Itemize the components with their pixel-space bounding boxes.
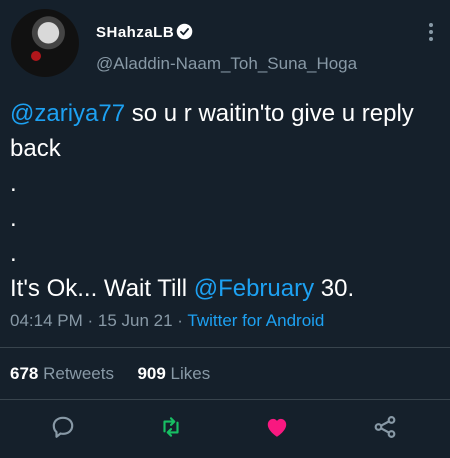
likes-stat[interactable]: 909 Likes [137,364,210,383]
display-name[interactable]: SHahzaLB [96,24,174,41]
likes-label: Likes [165,364,211,383]
tweet-dot: . [10,240,17,267]
mention-link[interactable]: @zariya77 [10,100,125,127]
tweet-text: 30. [314,275,355,302]
tweet-time[interactable]: 04:14 PM [10,311,83,330]
tweet-line-1: @zariya77 so u r waitin'to give u reply … [10,96,430,166]
tweet-date[interactable]: 15 Jun 21 [98,311,173,330]
tweet-text: It's Ok... Wait Till [10,275,194,302]
meta-separator: · [172,311,188,330]
tweet-header: SHahzaLB @Aladdin-Naam_Toh_Suna_Hoga [0,0,450,80]
tweet-actions [0,410,450,444]
retweets-count: 678 [10,364,39,383]
tweet-meta: 04:14 PM · 15 Jun 21 · Twitter for Andro… [10,311,324,331]
verified-badge-icon [176,23,193,40]
share-icon[interactable] [372,414,398,440]
avatar[interactable] [11,9,79,77]
tweet-dot: . [10,205,17,232]
meta-separator: · [82,311,98,330]
likes-count: 909 [137,364,166,383]
mention-link[interactable]: @February [194,275,314,302]
tweet-line-final: It's Ok... Wait Till @February 30. [10,271,430,306]
divider [0,399,450,400]
user-handle[interactable]: @Aladdin-Naam_Toh_Suna_Hoga [96,54,357,74]
heart-icon[interactable] [264,414,290,440]
reply-bubble-icon[interactable] [50,414,76,440]
tweet-body: @zariya77 so u r waitin'to give u reply … [10,96,430,306]
tweet-dot: . [10,170,17,197]
more-options-icon[interactable] [424,20,438,44]
divider [0,347,450,348]
tweet-stats: 678 Retweets 909 Likes [10,364,210,384]
retweets-stat[interactable]: 678 Retweets [10,364,114,383]
retweet-icon[interactable] [158,414,184,440]
tweet-source-link[interactable]: Twitter for Android [187,311,324,330]
retweets-label: Retweets [38,364,114,383]
